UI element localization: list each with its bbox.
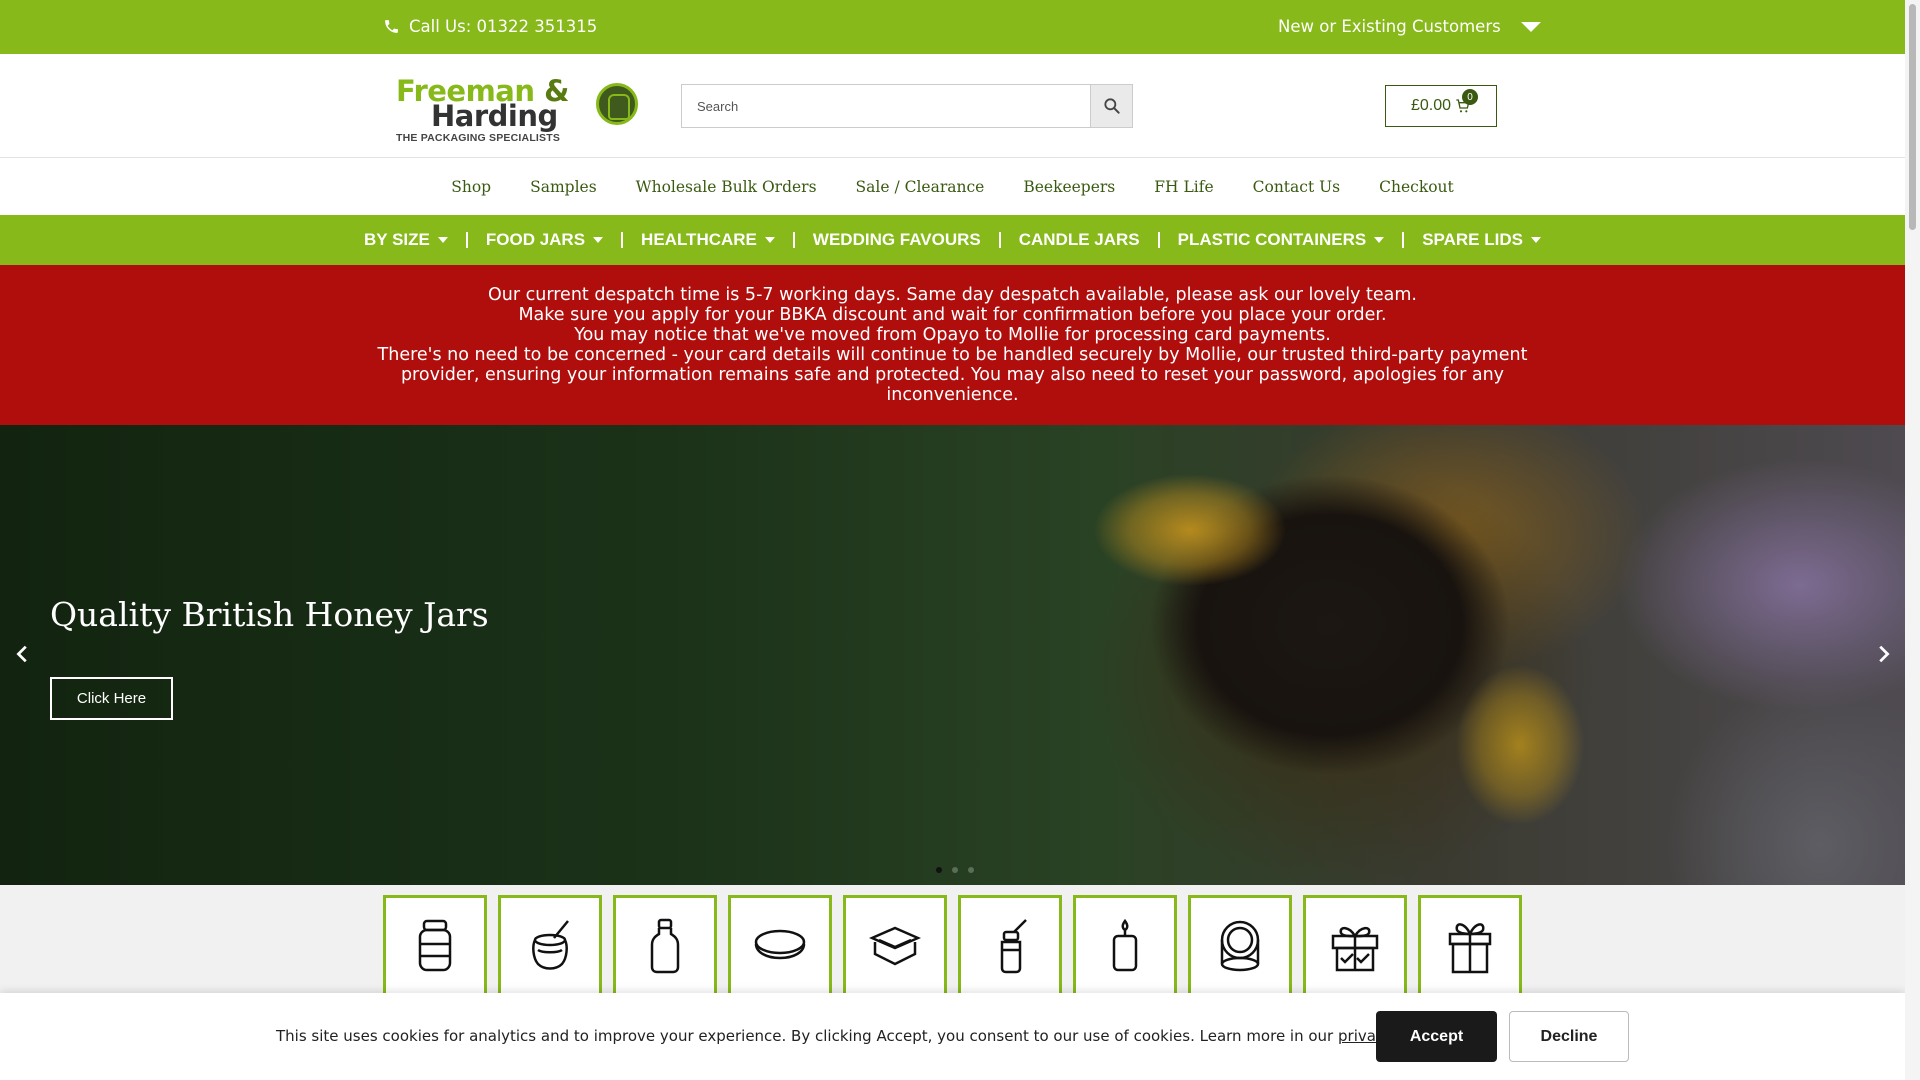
lid-icon — [754, 929, 806, 960]
notice-line-1: Our current despatch time is 5-7 working… — [488, 285, 1417, 305]
category-label: SPARE LIDS — [1422, 230, 1523, 249]
gift-icon — [1331, 926, 1379, 972]
main-nav: Shop Samples Wholesale Bulk Orders Sale … — [0, 159, 1905, 215]
caret-down-icon — [1520, 21, 1541, 32]
chevron-left-icon[interactable] — [12, 643, 34, 665]
category-candle-jars[interactable]: CANDLE JARS — [1015, 230, 1144, 250]
category-separator — [792, 232, 795, 248]
logo-jar-icon — [596, 83, 638, 125]
category-label: FOOD JARS — [485, 230, 586, 249]
notice-banner: Our current despatch time is 5-7 working… — [0, 265, 1905, 425]
nav-checkout[interactable]: Checkout — [1360, 178, 1474, 196]
slider-dot[interactable] — [952, 867, 958, 873]
nav-wholesale-bulk-orders[interactable]: Wholesale Bulk Orders — [616, 178, 836, 196]
nav-samples[interactable]: Samples — [511, 178, 617, 196]
category-separator — [465, 232, 468, 248]
category-plastic-containers[interactable]: PLASTIC CONTAINERS — [1174, 230, 1389, 250]
dropdown-caret-icon — [1374, 237, 1385, 243]
hero-cta-button[interactable]: Click Here — [50, 677, 173, 720]
logo-tagline: THE PACKAGING SPECIALISTS — [396, 132, 561, 144]
dropper-bottle-icon — [1000, 919, 1027, 974]
category-label: PLASTIC CONTAINERS — [1177, 230, 1367, 249]
customers-label: New or Existing Customers — [1278, 17, 1501, 36]
plastic-container-icon — [869, 926, 921, 966]
hero-slider: Quality British Honey Jars Click Here — [0, 425, 1905, 885]
search-button[interactable] — [1090, 85, 1132, 127]
bottle-icon — [650, 918, 680, 974]
customers-dropdown[interactable]: New or Existing Customers — [1278, 17, 1541, 36]
gift-box-icon — [1448, 923, 1492, 974]
cart-count-badge: 0 — [1462, 89, 1478, 105]
nav-fh-life[interactable]: FH Life — [1135, 178, 1233, 196]
slider-dot[interactable] — [936, 867, 942, 873]
honey-pot-icon — [532, 920, 569, 970]
dropdown-caret-icon — [764, 237, 775, 243]
chevron-right-icon[interactable] — [1872, 643, 1894, 665]
accept-button[interactable]: Accept — [1376, 1011, 1497, 1062]
notice-line-2: Make sure you apply for your BBKA discou… — [518, 305, 1387, 325]
category-spare-lids[interactable]: SPARE LIDS — [1418, 230, 1545, 250]
scrollbar-thumb[interactable] — [1909, 4, 1916, 230]
notice-line-3: You may notice that we've moved from Opa… — [574, 325, 1331, 345]
nav-shop[interactable]: Shop — [432, 178, 511, 196]
nav-contact-us[interactable]: Contact Us — [1233, 178, 1360, 196]
phone-icon — [385, 20, 398, 33]
cookie-banner: This site uses cookies for analytics and… — [0, 993, 1905, 1080]
category-label: CANDLE JARS — [1018, 230, 1140, 249]
cookie-text: This site uses cookies for analytics and… — [276, 1027, 1334, 1045]
category-wedding-favours[interactable]: WEDDING FAVOURS — [809, 230, 985, 250]
category-label: HEALTHCARE — [641, 230, 757, 249]
jar-icon — [418, 919, 452, 972]
category-separator — [998, 232, 1001, 248]
hero-title: Quality British Honey Jars — [50, 595, 489, 634]
category-separator — [1157, 232, 1160, 248]
call-us-text: Call Us: 01322 351315 — [409, 17, 598, 36]
category-separator — [621, 232, 624, 248]
hero-bee-stripe — [1420, 645, 1620, 845]
nav-beekeepers[interactable]: Beekeepers — [1004, 178, 1135, 196]
dropdown-caret-icon — [437, 237, 448, 243]
hero-bee-stripe — [1060, 445, 1320, 615]
search-input[interactable] — [682, 85, 1090, 127]
dropdown-caret-icon — [593, 237, 604, 243]
site-header: Freeman & Harding THE PACKAGING SPECIALI… — [0, 54, 1905, 158]
search-icon — [1103, 98, 1120, 114]
category-bar: BY SIZE FOOD JARS HEALTHCARE WEDDING FAV… — [0, 215, 1905, 265]
category-label: WEDDING FAVOURS — [812, 230, 981, 249]
dropdown-caret-icon — [1530, 237, 1541, 243]
call-us-link[interactable]: Call Us: 01322 351315 — [383, 17, 597, 36]
candle-icon — [1112, 918, 1138, 972]
category-label: BY SIZE — [364, 230, 430, 249]
compact-icon — [1220, 920, 1260, 972]
nav-sale-clearance[interactable]: Sale / Clearance — [836, 178, 1004, 196]
page-scrollbar[interactable] — [1905, 0, 1920, 1080]
top-bar: Call Us: 01322 351315 New or Existing Cu… — [0, 0, 1905, 54]
notice-line-4: There's no need to be concerned - your c… — [377, 345, 1528, 405]
site-logo[interactable]: Freeman & Harding THE PACKAGING SPECIALI… — [393, 74, 643, 144]
logo-line-2: Harding — [431, 99, 558, 133]
category-healthcare[interactable]: HEALTHCARE — [637, 230, 779, 250]
category-by-size[interactable]: BY SIZE — [360, 230, 452, 250]
cookie-message: This site uses cookies for analytics and… — [276, 1027, 1445, 1045]
slider-dots — [936, 867, 974, 873]
cart-button[interactable]: £0.00 0 — [1385, 85, 1497, 127]
category-separator — [1402, 232, 1405, 248]
cart-total: £0.00 — [1410, 97, 1452, 114]
decline-button[interactable]: Decline — [1509, 1011, 1629, 1062]
slider-dot[interactable] — [968, 867, 974, 873]
search-bar — [681, 84, 1133, 128]
category-food-jars[interactable]: FOOD JARS — [482, 230, 607, 250]
